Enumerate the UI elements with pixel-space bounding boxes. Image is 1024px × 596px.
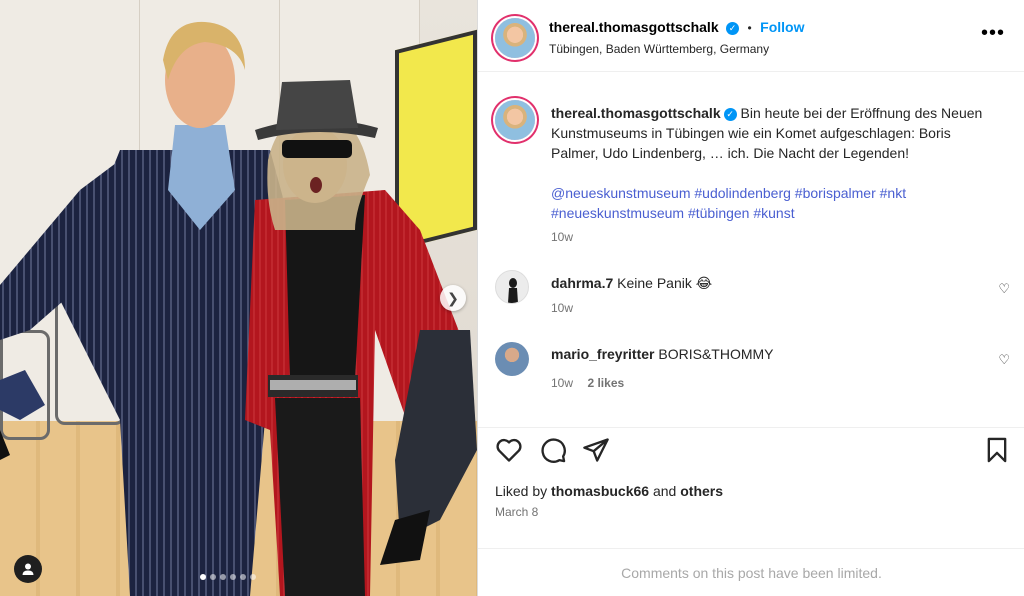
post-photo[interactable]: ❯ (0, 0, 477, 596)
post-details-panel: thereal.thomasgottschalk ✓ • Follow Tübi… (477, 0, 1024, 596)
comment-meta: 10w 2 likes (551, 374, 624, 392)
tagged-users-button[interactable] (14, 555, 42, 583)
carousel-dot (200, 574, 206, 580)
chevron-right-icon: ❯ (447, 289, 459, 306)
author-avatar[interactable] (495, 18, 535, 58)
caption-hashtags[interactable]: @neueskunstmuseum #udolindenberg #borisp… (551, 183, 991, 223)
comment-2: mario_freyritter BORIS&THOMMY (551, 344, 774, 364)
verified-badge-icon: ✓ (726, 22, 740, 35)
comment-username[interactable]: dahrma.7 (551, 275, 613, 291)
carousel-dot (240, 574, 246, 580)
carousel-next-button[interactable]: ❯ (440, 285, 466, 311)
caption-time[interactable]: 10w (551, 230, 573, 244)
likes-conj: and (652, 483, 677, 499)
comment-time[interactable]: 10w (551, 376, 573, 390)
comment-likes-count[interactable]: 2 likes (587, 376, 624, 390)
follow-button[interactable]: Follow (760, 19, 804, 35)
verified-badge-icon: ✓ (723, 108, 737, 121)
liked-by-others-link[interactable]: others (680, 483, 723, 499)
carousel-dot (230, 574, 236, 580)
comments-limited-notice: Comments on this post have been limited. (478, 548, 1024, 596)
comment-like-heart-icon[interactable]: ♡ (998, 352, 1010, 368)
silhouette-icon (508, 278, 518, 303)
comment-text: BORIS&THOMMY (658, 346, 774, 362)
comment-1: dahrma.7 Keine Panik 😂 (551, 273, 712, 293)
post-location[interactable]: Tübingen, Baden Württemberg, Germany (549, 42, 769, 56)
share-paper-plane-icon[interactable] (582, 436, 610, 464)
comment-bubble-icon[interactable] (539, 436, 567, 464)
like-heart-icon[interactable] (495, 436, 523, 464)
more-options-icon[interactable]: ••• (981, 22, 1005, 45)
comment-username[interactable]: mario_freyritter (551, 346, 655, 362)
caption-username[interactable]: thereal.thomasgottschalk (551, 105, 721, 121)
comment-text: Keine Panik 😂 (617, 275, 713, 291)
liker-username[interactable]: thomasbuck66 (551, 483, 649, 499)
author-line: thereal.thomasgottschalk ✓ • Follow (549, 19, 805, 37)
person-icon (22, 563, 34, 575)
carousel-dot (250, 574, 256, 580)
post-caption: thereal.thomasgottschalk ✓ Bin heute bei … (551, 103, 1001, 163)
separator-dot: • (747, 21, 752, 35)
instagram-post-modal: ❯ thereal.thomasgottschalk ✓ • Follow Tü… (0, 0, 1024, 596)
commenter-avatar[interactable] (495, 342, 529, 376)
carousel-dot (210, 574, 216, 580)
photo-people (0, 21, 477, 596)
caption-author-avatar[interactable] (495, 100, 535, 140)
commenter-avatar[interactable] (495, 270, 529, 304)
post-header: thereal.thomasgottschalk ✓ • Follow Tübi… (478, 0, 1024, 72)
post-date[interactable]: March 8 (495, 505, 538, 519)
likes-summary: Liked by thomasbuck66 and others (495, 483, 723, 499)
carousel-dot (220, 574, 226, 580)
save-bookmark-icon[interactable] (983, 436, 1011, 464)
author-username[interactable]: thereal.thomasgottschalk (549, 19, 719, 35)
comment-like-heart-icon[interactable]: ♡ (998, 281, 1010, 297)
carousel-indicator (200, 574, 256, 580)
comment-time[interactable]: 10w (551, 301, 573, 315)
likes-prefix: Liked by (495, 483, 548, 499)
